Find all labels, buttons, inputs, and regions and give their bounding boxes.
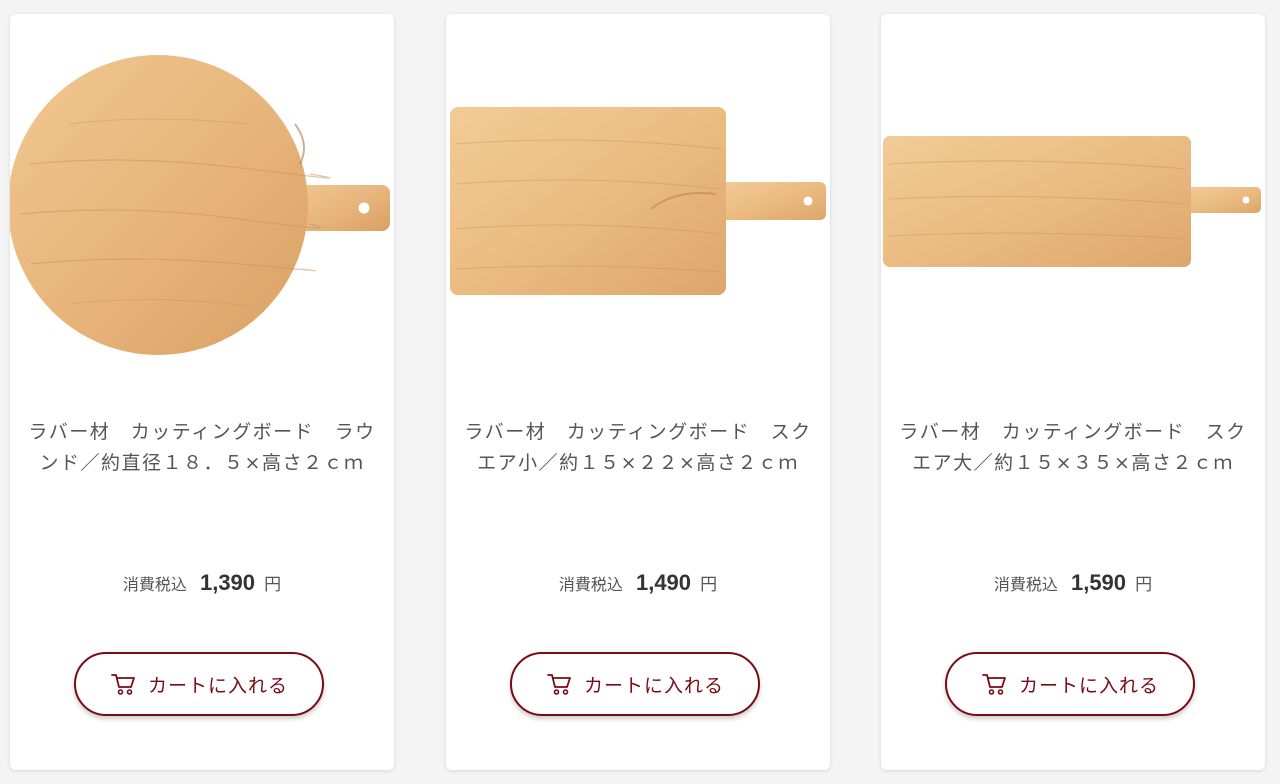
price-tax-label: 消費税込 bbox=[122, 575, 187, 594]
add-to-cart-button[interactable]: カートに入れる bbox=[74, 652, 324, 716]
add-to-cart-button[interactable]: カートに入れる bbox=[510, 652, 760, 716]
product-grid: ラバー材 カッティングボード ラウンド／約直径１８．５×高さ２ｃｍ 消費税込 1… bbox=[0, 0, 1280, 784]
product-card: ラバー材 カッティングボード スクエア小／約１５×２２×高さ２ｃｍ 消費税込 1… bbox=[446, 14, 830, 770]
product-name[interactable]: ラバー材 カッティングボード スクエア大／約１５×３５×高さ２ｃｍ bbox=[899, 417, 1247, 479]
price-value: 1,490 bbox=[635, 570, 692, 595]
cart-icon bbox=[981, 672, 1007, 696]
price-unit: 円 bbox=[264, 575, 282, 595]
cart-button-label: カートに入れる bbox=[583, 674, 724, 697]
cart-icon bbox=[546, 672, 572, 696]
price-tax-label: 消費税込 bbox=[558, 575, 623, 594]
product-name[interactable]: ラバー材 カッティングボード スクエア小／約１５×２２×高さ２ｃｍ bbox=[464, 417, 812, 479]
price-unit: 円 bbox=[1135, 575, 1153, 595]
product-image-round-board[interactable] bbox=[10, 14, 394, 384]
price-row: 消費税込 1,590 円 bbox=[881, 570, 1265, 596]
price-value: 1,390 bbox=[199, 570, 256, 595]
product-image-square-large-board[interactable] bbox=[881, 14, 1265, 384]
cart-button-label: カートに入れる bbox=[147, 674, 288, 697]
product-card: ラバー材 カッティングボード ラウンド／約直径１８．５×高さ２ｃｍ 消費税込 1… bbox=[10, 14, 394, 770]
product-card: ラバー材 カッティングボード スクエア大／約１５×３５×高さ２ｃｍ 消費税込 1… bbox=[881, 14, 1265, 770]
add-to-cart-button[interactable]: カートに入れる bbox=[945, 652, 1195, 716]
product-name[interactable]: ラバー材 カッティングボード ラウンド／約直径１８．５×高さ２ｃｍ bbox=[28, 417, 376, 479]
product-image-square-small-board[interactable] bbox=[446, 14, 830, 384]
price-row: 消費税込 1,490 円 bbox=[446, 570, 830, 596]
price-row: 消費税込 1,390 円 bbox=[10, 570, 394, 596]
price-unit: 円 bbox=[700, 575, 718, 595]
cart-icon bbox=[110, 672, 136, 696]
price-tax-label: 消費税込 bbox=[993, 575, 1058, 594]
price-value: 1,590 bbox=[1070, 570, 1127, 595]
cart-button-label: カートに入れる bbox=[1018, 674, 1159, 697]
